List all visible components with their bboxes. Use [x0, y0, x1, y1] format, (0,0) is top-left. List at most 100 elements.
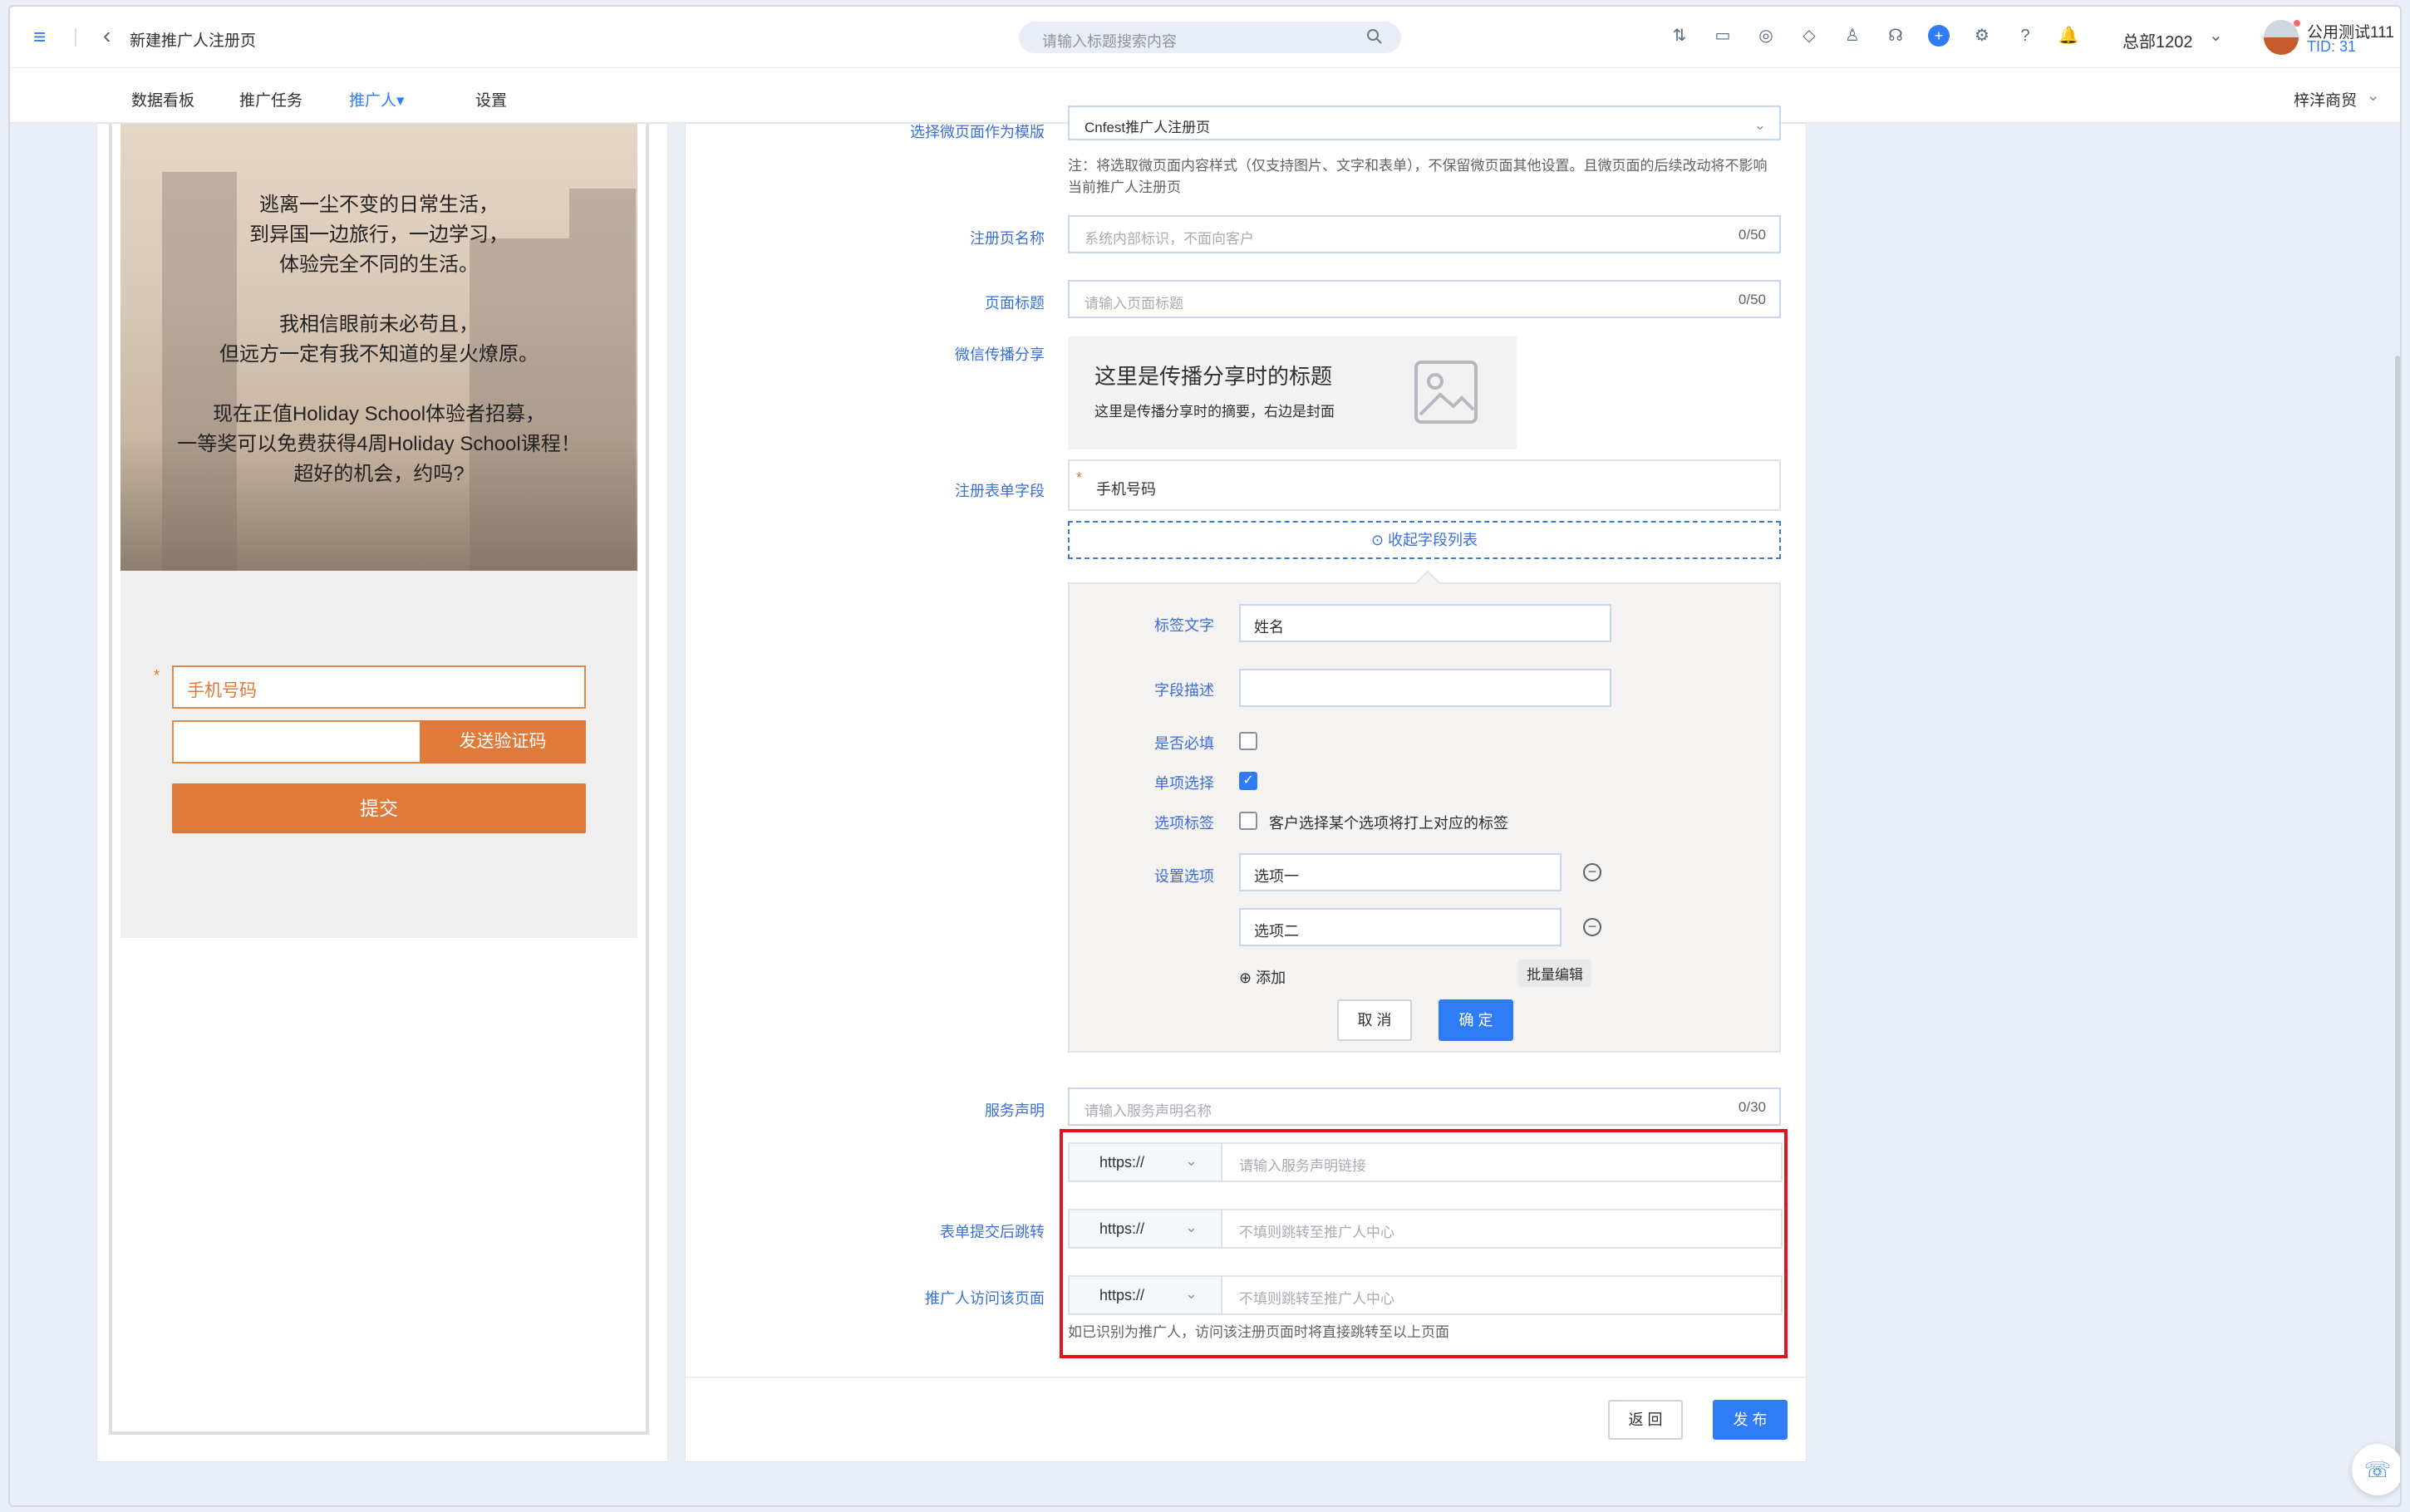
settings-form: 选择微页面作为模版 Cnfest推广人注册页 ⌄ 注：将选取微页面内容样式（仅支… — [685, 106, 1807, 1462]
template-note: 注：将选取微页面内容样式（仅支持图片、文字和表单），不保留微页面其他设置。且微页… — [1068, 158, 1768, 195]
hero-line: 但远方一定有我不知道的星火燎原。 — [219, 343, 539, 366]
publish-button[interactable]: 发 布 — [1713, 1400, 1788, 1440]
help-icon[interactable]: ? — [2014, 25, 2036, 47]
compass-icon[interactable]: ◎ — [1755, 25, 1777, 47]
preview-panel: 逃离一尘不变的日常生活， 到异国一边旅行，一边学习， 体验完全不同的生活。 我相… — [96, 123, 668, 1462]
add-circle-icon[interactable]: + — [1928, 25, 1950, 47]
hero-banner: 逃离一尘不变的日常生活， 到异国一边旅行，一边学习， 体验完全不同的生活。 我相… — [120, 124, 637, 571]
confirm-button[interactable]: 确 定 — [1439, 999, 1513, 1041]
service-name-input[interactable]: 请输入服务声明名称 0/30 — [1068, 1087, 1781, 1126]
bell-icon[interactable]: 🔔 — [2058, 25, 2079, 47]
hero-line: 到异国一边旅行，一边学习， — [249, 223, 509, 246]
page-name-input[interactable]: 系统内部标识，不面向客户 0/50 — [1068, 215, 1781, 253]
char-counter: 0/50 — [1738, 292, 1766, 307]
chevron-down-icon: ⌄ — [1184, 1152, 1198, 1169]
nav-item-settings[interactable]: 设置 — [475, 88, 507, 110]
cancel-button[interactable]: 取 消 — [1337, 999, 1412, 1041]
required-checkbox[interactable] — [1239, 732, 1257, 750]
headset-icon[interactable]: ☊ — [1885, 25, 1906, 47]
remove-option-icon[interactable]: − — [1583, 863, 1601, 881]
nav-item-dashboard[interactable]: 数据看板 — [131, 88, 194, 110]
title-label: 页面标题 — [985, 295, 1045, 312]
image-icon[interactable] — [1414, 360, 1478, 425]
org-switcher[interactable]: 总部1202 — [2122, 28, 2193, 52]
form-field-phone[interactable]: * 手机号码 — [1068, 459, 1781, 511]
hero-line: 体验完全不同的生活。 — [279, 253, 479, 276]
option-input[interactable]: 选项一 — [1239, 853, 1562, 891]
collapse-label: 收起字段列表 — [1388, 532, 1478, 548]
fields-label: 注册表单字段 — [955, 483, 1045, 499]
nav-item-tasks[interactable]: 推广任务 — [239, 88, 302, 110]
protocol-select[interactable]: https:// ⌄ — [1070, 1144, 1222, 1181]
preview-phone-input[interactable]: 手机号码 — [172, 665, 586, 709]
back-arrow-icon[interactable]: ‹ — [103, 23, 111, 48]
page-title-input[interactable]: 请输入页面标题 0/50 — [1068, 280, 1781, 318]
tag-text-input[interactable]: 姓名 — [1239, 604, 1611, 642]
single-choice-label: 单项选择 — [1154, 775, 1214, 792]
plus-circle-icon: ⊕ — [1239, 970, 1257, 986]
notification-dot — [2294, 20, 2300, 27]
char-counter: 0/30 — [1738, 1099, 1766, 1115]
required-label: 是否必填 — [1154, 735, 1214, 752]
search-bar[interactable]: 请输入标题搜索内容 — [1019, 22, 1401, 53]
nav-item-promoters[interactable]: 推广人▾ — [349, 88, 405, 110]
option-tag-checkbox[interactable] — [1239, 812, 1257, 830]
page-title-placeholder: 请输入页面标题 — [1084, 296, 1183, 312]
search-icon[interactable] — [1365, 27, 1385, 47]
preview-submit-button[interactable]: 提交 — [172, 783, 586, 833]
visit-label: 推广人访问该页面 — [925, 1290, 1045, 1307]
visit-note: 如已识别为推广人，访问该注册页面时将直接跳转至以上页面 — [1068, 1324, 1449, 1340]
service-link-input[interactable]: https:// ⌄ 请输入服务声明链接 — [1068, 1142, 1783, 1182]
visit-url-input[interactable]: https:// ⌄ 不填则跳转至推广人中心 — [1068, 1275, 1783, 1315]
tag-text-label: 标签文字 — [1154, 617, 1214, 634]
field-desc-label: 字段描述 — [1154, 682, 1214, 699]
menu-icon[interactable]: ≡ — [33, 26, 53, 47]
service-label: 服务声明 — [985, 1102, 1045, 1119]
back-button[interactable]: 返 回 — [1608, 1400, 1683, 1440]
chevron-down-icon[interactable]: ⌄ — [2366, 85, 2380, 106]
tag-icon[interactable]: ◇ — [1798, 25, 1820, 47]
gear-icon[interactable]: ⚙ — [1971, 25, 1993, 47]
transfer-icon[interactable]: ⇅ — [1669, 25, 1690, 47]
option-input[interactable]: 选项二 — [1239, 908, 1562, 946]
add-option-label: 添加 — [1256, 970, 1286, 986]
required-mark: * — [154, 667, 160, 684]
batch-edit-button[interactable]: 批量编辑 — [1518, 960, 1591, 987]
avatar[interactable] — [2264, 20, 2299, 55]
hero-line: 逃离一尘不变的日常生活， — [259, 194, 499, 216]
shop-switcher[interactable]: 梓洋商贸 — [2294, 88, 2357, 110]
nav-item-label: 推广人 — [349, 92, 397, 110]
template-value: Cnfest推广人注册页 — [1084, 120, 1211, 135]
search-input[interactable]: 请输入标题搜索内容 — [1042, 30, 1177, 52]
footer-divider — [686, 1377, 1806, 1378]
users-icon[interactable]: ♙ — [1842, 25, 1863, 47]
scrollbar[interactable] — [2395, 356, 2400, 1485]
field-name: 手机号码 — [1096, 481, 1156, 498]
message-icon[interactable]: ▭ — [1712, 25, 1734, 47]
field-desc-input[interactable] — [1239, 669, 1611, 707]
page-name-placeholder: 系统内部标识，不面向客户 — [1084, 231, 1254, 247]
share-preview-card[interactable]: 这里是传播分享时的标题 这里是传播分享时的摘要，右边是封面 — [1068, 336, 1517, 449]
protocol-select[interactable]: https:// ⌄ — [1070, 1210, 1222, 1247]
phone-preview: 逃离一尘不变的日常生活， 到异国一边旅行，一边学习， 体验完全不同的生活。 我相… — [109, 124, 649, 1435]
required-mark: * — [1076, 469, 1083, 486]
chevron-down-icon: ⌄ — [1184, 1219, 1198, 1235]
single-choice-checkbox[interactable]: ✓ — [1239, 772, 1257, 790]
customer-service-icon[interactable]: ☏ — [2352, 1444, 2400, 1495]
protocol-select[interactable]: https:// ⌄ — [1070, 1277, 1222, 1313]
preview-code-input[interactable] — [172, 720, 421, 763]
app-window: ≡ ‹ 新建推广人注册页 请输入标题搜索内容 ⇅ ▭ ◎ ◇ ♙ ☊ + ⚙ ?… — [8, 5, 2402, 1507]
options-label: 设置选项 — [1154, 868, 1214, 885]
preview-form: * 手机号码 发送验证码 提交 — [120, 571, 637, 938]
remove-option-icon[interactable]: − — [1583, 918, 1601, 936]
char-counter: 0/50 — [1738, 227, 1766, 243]
hero-line: 现在正值Holiday School体验者招募， — [212, 403, 546, 425]
send-code-button[interactable]: 发送验证码 — [420, 720, 586, 763]
redirect-url-input[interactable]: https:// ⌄ 不填则跳转至推广人中心 — [1068, 1209, 1783, 1249]
template-select[interactable]: Cnfest推广人注册页 ⌄ — [1068, 106, 1781, 140]
template-label: 选择微页面作为模版 — [910, 124, 1045, 140]
collapse-fields-button[interactable]: ⊙ 收起字段列表 — [1068, 521, 1781, 559]
chevron-down-icon[interactable]: ⌄ — [2209, 25, 2223, 46]
share-title: 这里是传播分享时的标题 — [1094, 364, 1333, 389]
add-option-button[interactable]: ⊕ 添加 — [1239, 966, 1286, 988]
